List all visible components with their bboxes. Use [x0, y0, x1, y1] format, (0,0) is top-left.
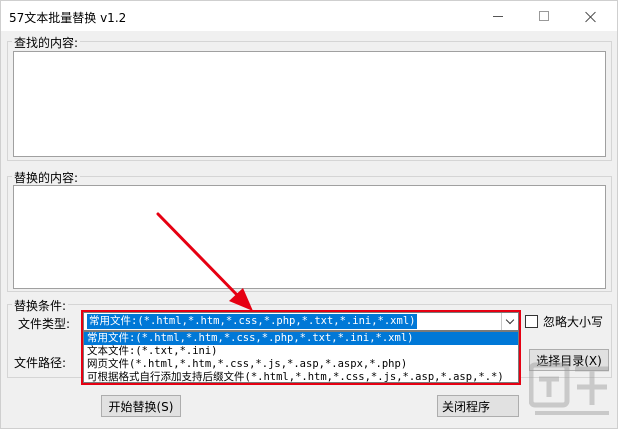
- dropdown-option[interactable]: 常用文件:(*.html,*.htm,*.css,*.php,*.txt,*.i…: [84, 332, 518, 345]
- replace-group-label: 替换的内容:: [12, 169, 81, 186]
- file-type-label: 文件类型:: [18, 317, 71, 331]
- close-icon: [585, 11, 596, 22]
- replace-textarea[interactable]: [13, 185, 606, 289]
- close-program-button[interactable]: 关闭程序: [437, 395, 519, 417]
- start-replace-button[interactable]: 开始替换(S): [101, 395, 181, 417]
- ignore-case-label: 忽略大小写: [543, 315, 604, 329]
- file-type-dropdown-toggle[interactable]: [501, 313, 518, 330]
- maximize-icon: [539, 11, 549, 21]
- chevron-down-icon: [505, 315, 515, 325]
- find-textarea[interactable]: [13, 51, 606, 157]
- file-path-label: 文件路径:: [14, 356, 67, 370]
- ignore-case-option[interactable]: 忽略大小写: [525, 313, 603, 330]
- app-window: 57文本批量替换 v1.2 查找的内容: 替换的内容: 替换条件: 文件类型: …: [0, 0, 618, 429]
- file-type-dropdown-list: 常用文件:(*.html,*.htm,*.css,*.php,*.txt,*.i…: [83, 331, 519, 383]
- dropdown-option[interactable]: 网页文件(*.html,*.htm,*.css,*.js,*.asp,*.asp…: [84, 358, 518, 371]
- title-bar: 57文本批量替换 v1.2: [1, 1, 617, 31]
- find-group-label: 查找的内容:: [12, 34, 81, 51]
- maximize-button[interactable]: [521, 1, 567, 31]
- ignore-case-checkbox[interactable]: [525, 315, 538, 328]
- minimize-icon: [493, 15, 503, 17]
- dropdown-option[interactable]: 可根据格式自行添加支持后缀文件(*.html,*.htm,*.css,*.js,…: [84, 371, 518, 382]
- select-directory-button[interactable]: 选择目录(X): [529, 349, 609, 371]
- dropdown-option[interactable]: 文本文件:(*.txt,*.ini): [84, 345, 518, 358]
- conditions-group-label: 替换条件:: [12, 297, 69, 314]
- window-title: 57文本批量替换 v1.2: [9, 11, 127, 25]
- close-window-button[interactable]: [567, 1, 613, 31]
- file-type-select[interactable]: 常用文件:(*.html,*.htm,*.css,*.php,*.txt,*.i…: [83, 312, 519, 331]
- minimize-button[interactable]: [475, 1, 521, 31]
- file-type-selected-value: 常用文件:(*.html,*.htm,*.css,*.php,*.txt,*.i…: [87, 314, 418, 329]
